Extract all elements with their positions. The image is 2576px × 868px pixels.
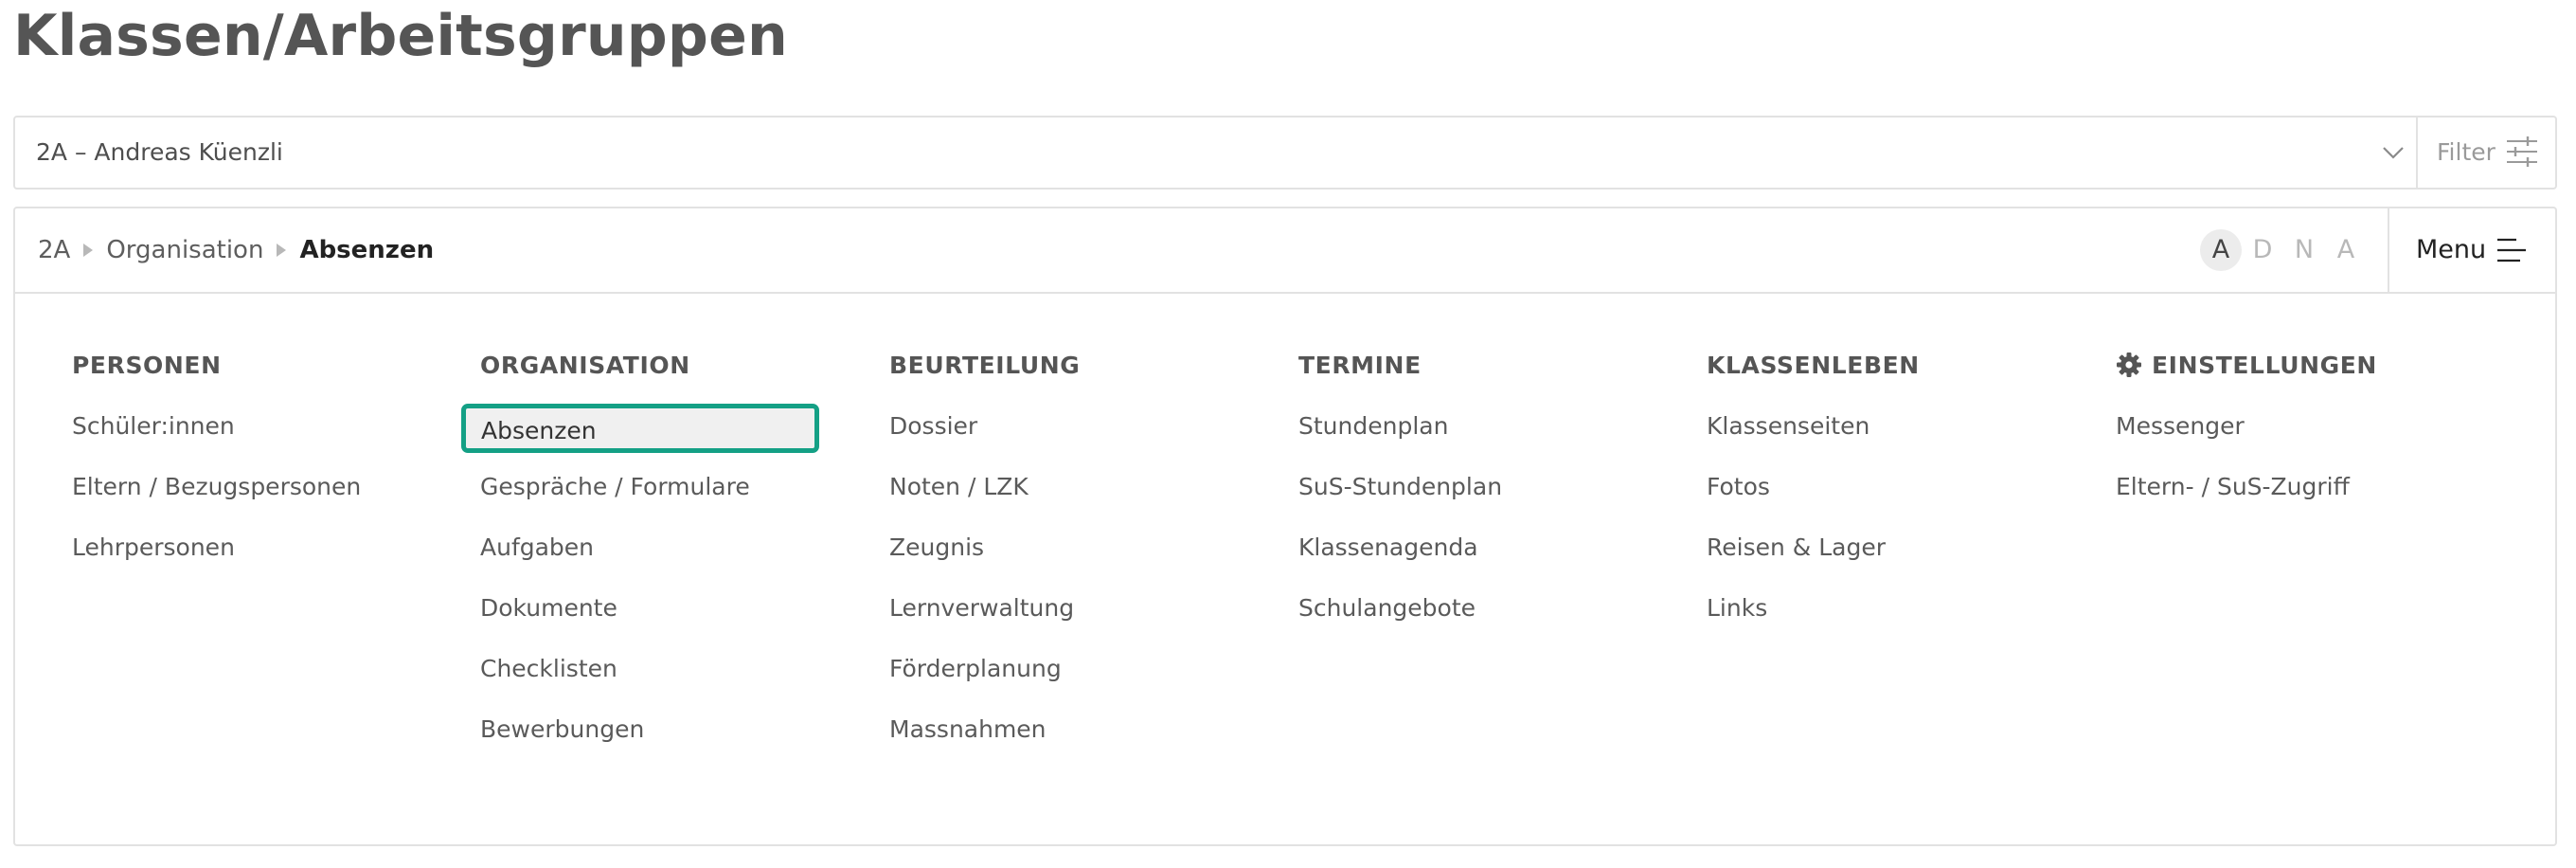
- column-heading: KLASSENLEBEN: [1707, 351, 1920, 379]
- menu-label: Menu: [2416, 235, 2487, 264]
- view-toggle-d[interactable]: D: [2242, 229, 2283, 271]
- menu-item-eltern[interactable]: Eltern / Bezugspersonen: [72, 470, 361, 504]
- menu-lines-icon: [2497, 238, 2526, 262]
- view-toggle-n[interactable]: N: [2283, 229, 2325, 271]
- menu-item-sus-stundenplan[interactable]: SuS-Stundenplan: [1298, 470, 1502, 504]
- view-toggle-a-second[interactable]: A: [2325, 229, 2367, 271]
- filter-button[interactable]: Filter: [2418, 118, 2557, 188]
- menu-item-lernverwaltung[interactable]: Lernverwaltung: [889, 591, 1074, 625]
- breadcrumb-item-class[interactable]: 2A: [38, 236, 70, 264]
- menu-button[interactable]: Menu: [2389, 208, 2555, 292]
- chevron-down-icon[interactable]: [2379, 138, 2407, 167]
- column-heading: PERSONEN: [72, 351, 222, 379]
- menu-item-dokumente[interactable]: Dokumente: [480, 591, 617, 625]
- menu-item-messenger[interactable]: Messenger: [2116, 409, 2245, 443]
- menu-item-absenzen[interactable]: Absenzen: [461, 404, 819, 453]
- menu-item-eltern-sus-zugriff[interactable]: Eltern- / SuS-Zugriff: [2116, 470, 2350, 504]
- class-selector-value[interactable]: 2A – Andreas Küenzli: [36, 118, 283, 188]
- breadcrumb-separator-icon: [83, 244, 94, 257]
- page-title: Klassen/Arbeitsgruppen: [13, 3, 788, 69]
- view-toggle-a[interactable]: A: [2200, 229, 2242, 271]
- menu-item-aufgaben[interactable]: Aufgaben: [480, 531, 594, 565]
- menu-item-lehrpersonen[interactable]: Lehrpersonen: [72, 531, 235, 565]
- sliders-icon: [2507, 136, 2537, 167]
- menu-item-klassenseiten[interactable]: Klassenseiten: [1707, 409, 1869, 443]
- menu-item-gespraeche[interactable]: Gespräche / Formulare: [480, 470, 750, 504]
- column-heading: BEURTEILUNG: [889, 351, 1081, 379]
- column-heading: ORGANISATION: [480, 351, 690, 379]
- menu-item-foerderplanung[interactable]: Förderplanung: [889, 652, 1062, 686]
- view-toggles: A D N A: [2200, 227, 2367, 273]
- breadcrumb-item-organisation[interactable]: Organisation: [106, 236, 263, 264]
- panel-header: 2A Organisation Absenzen A D N A Menu: [15, 208, 2555, 294]
- menu-item-schulangebote[interactable]: Schulangebote: [1298, 591, 1476, 625]
- menu-item-zeugnis[interactable]: Zeugnis: [889, 531, 984, 565]
- column-heading: EINSTELLUNGEN: [2152, 351, 2377, 379]
- menu-item-bewerbungen[interactable]: Bewerbungen: [480, 713, 644, 747]
- menu-item-links[interactable]: Links: [1707, 591, 1767, 625]
- column-heading-settings: EINSTELLUNGEN: [2116, 351, 2377, 379]
- breadcrumb-item-current: Absenzen: [299, 236, 435, 264]
- class-selector[interactable]: 2A – Andreas Küenzli Filter: [13, 116, 2557, 190]
- column-heading: TERMINE: [1298, 351, 1422, 379]
- breadcrumb-separator-icon: [277, 244, 287, 257]
- menu-item-noten[interactable]: Noten / LZK: [889, 470, 1029, 504]
- menu-item-checklisten[interactable]: Checklisten: [480, 652, 617, 686]
- gear-icon: [2117, 353, 2141, 377]
- menu-item-klassenagenda[interactable]: Klassenagenda: [1298, 531, 1478, 565]
- class-panel: 2A Organisation Absenzen A D N A Menu PE…: [13, 207, 2557, 846]
- menu-item-fotos[interactable]: Fotos: [1707, 470, 1770, 504]
- menu-item-dossier[interactable]: Dossier: [889, 409, 977, 443]
- filter-label: Filter: [2437, 138, 2496, 166]
- menu-item-massnahmen[interactable]: Massnahmen: [889, 713, 1046, 747]
- breadcrumb: 2A Organisation Absenzen: [38, 208, 434, 292]
- menu-item-reisen-lager[interactable]: Reisen & Lager: [1707, 531, 1886, 565]
- menu-item-stundenplan[interactable]: Stundenplan: [1298, 409, 1448, 443]
- menu-item-schueler[interactable]: Schüler:innen: [72, 409, 235, 443]
